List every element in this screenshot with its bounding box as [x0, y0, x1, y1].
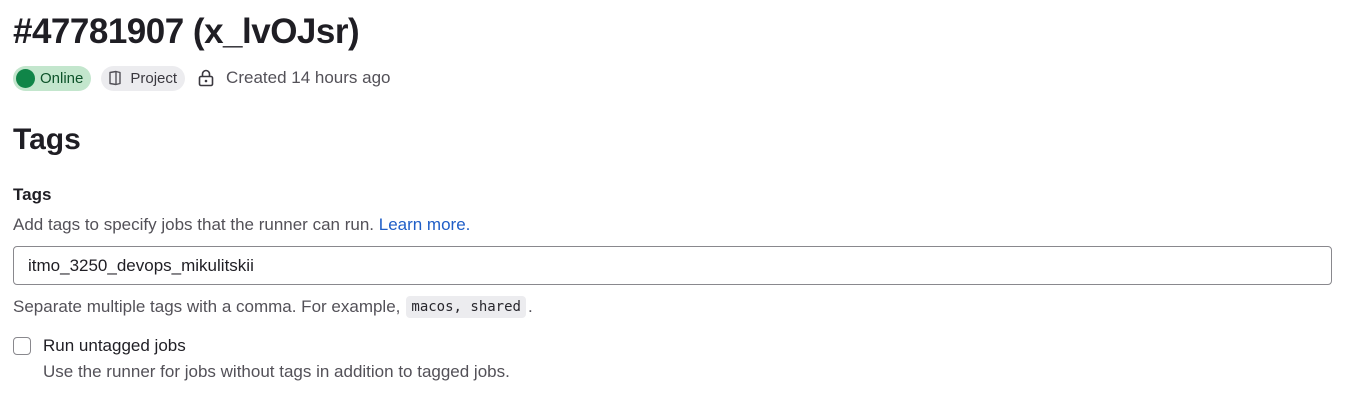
tags-field-label: Tags — [13, 185, 52, 204]
runner-edit-page: #47781907 (x_lvOJsr) Online Project Crea… — [0, 0, 1357, 418]
lock-icon — [198, 69, 214, 87]
runner-meta-row: Online Project Created 14 hours ago — [13, 65, 391, 91]
tags-example-code: macos, shared — [406, 296, 526, 318]
created-timestamp: Created 14 hours ago — [226, 68, 391, 87]
tags-description-text: Add tags to specify jobs that the runner… — [13, 215, 374, 234]
project-icon — [109, 70, 122, 86]
tags-input[interactable] — [13, 246, 1332, 285]
status-badge: Online — [13, 65, 92, 91]
status-badge-label: Online — [40, 69, 84, 87]
runner-title: #47781907 (x_lvOJsr) — [13, 12, 360, 51]
run-untagged-label[interactable]: Run untagged jobs — [43, 336, 186, 356]
run-untagged-help: Use the runner for jobs without tags in … — [43, 362, 510, 381]
tags-help-prefix: Separate multiple tags with a comma. For… — [13, 297, 401, 316]
tags-help-text: Separate multiple tags with a comma. For… — [13, 294, 533, 320]
runner-type-label: Project — [130, 69, 178, 87]
run-untagged-checkbox[interactable] — [13, 337, 31, 355]
tags-field-description: Add tags to specify jobs that the runner… — [13, 215, 470, 235]
tags-help-suffix: . — [527, 297, 533, 316]
status-dot-icon — [16, 68, 35, 88]
section-title-tags: Tags — [13, 123, 81, 156]
runner-type-badge: Project — [101, 65, 186, 91]
learn-more-link[interactable]: Learn more. — [379, 215, 471, 234]
